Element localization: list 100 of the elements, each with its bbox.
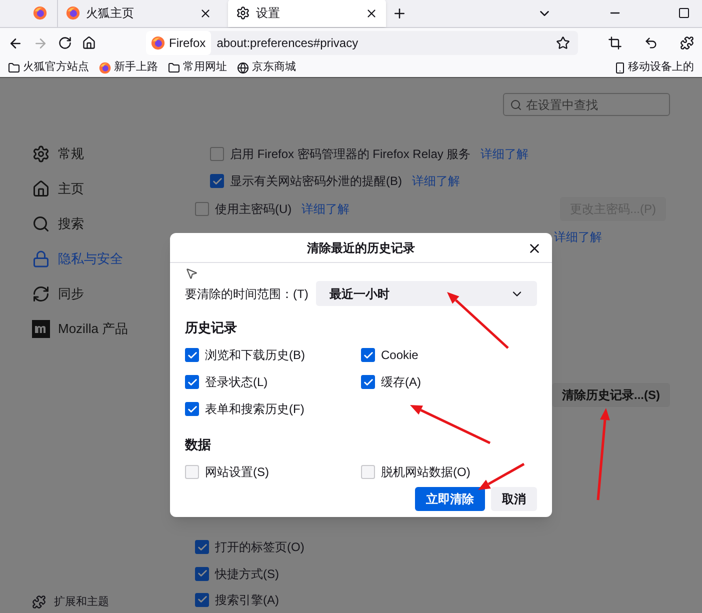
check-icon [186,376,198,388]
checkbox-label: 表单和搜索历史(F) [205,401,304,418]
sync-icon [32,284,50,302]
close-icon[interactable] [199,6,212,20]
time-range-dropdown[interactable]: 最近一小时 [316,281,537,306]
firefox-logo-icon [99,62,111,74]
checkbox-label: 登录状态(L) [205,374,268,391]
search-field[interactable]: 在设置中查找 [503,93,670,116]
search-icon [510,98,522,110]
bookmark-item[interactable]: 京东商城 [237,59,296,76]
checkbox[interactable] [195,566,209,581]
search-icon [32,214,50,232]
globe-icon [237,62,249,74]
section-heading: 历史记录 [185,319,238,337]
check-icon [186,404,198,414]
learn-more-link[interactable]: 详细了解 [554,228,602,246]
checkbox-label: 缓存(A) [381,374,421,391]
bookmark-label: 火狐官方站点 [23,60,89,76]
bookmark-item[interactable]: 常用网址 [168,59,227,76]
home-icon [32,180,50,198]
check-icon [362,376,374,388]
check-icon [362,350,374,360]
sidebar-item[interactable]: 主页 [32,171,195,206]
section-heading: 数据 [185,436,212,454]
setting-label: 启用 Firefox 密码管理器的 Firefox Relay 服务 [230,146,471,163]
setting-label: 使用主密码(U) [215,201,292,218]
address-bar[interactable]: Firefox about:preferences#privacy [146,31,578,55]
home-icon[interactable] [82,36,96,50]
setting-label: 搜索引擎(A) [215,592,279,609]
extensions-icon[interactable] [680,36,694,50]
clear-now-button[interactable]: 立即清除 [415,487,485,511]
checkbox[interactable] [195,540,209,554]
browser-tab[interactable]: 设置 [228,0,386,27]
sidebar-item[interactable]: 搜索 [32,206,195,241]
crop-icon[interactable] [608,36,622,50]
sidebar-item[interactable]: 隐私与安全 [32,241,195,276]
sidebar-item[interactable]: 扩展和主题 [32,594,195,610]
checkbox[interactable] [185,348,199,362]
bookmark-item[interactable]: 新手上路 [99,59,158,76]
learn-more-link[interactable]: 详细了解 [480,144,529,163]
clear-history-button[interactable]: 清除历史记录...(S) [552,382,670,407]
checkbox[interactable] [195,592,209,607]
cursor-icon [185,267,198,280]
checkbox[interactable] [210,174,224,188]
folder-icon [8,62,20,74]
setting-label: 显示有关网站密码外泄的提醒(B) [230,173,402,190]
setting-label: 打开的标签页(O) [215,539,304,556]
checkbox-label: 脱机网站数据(O) [381,464,470,480]
firefox-logo-icon [151,36,165,50]
learn-more-link[interactable]: 详细了解 [412,172,460,190]
back-icon[interactable] [8,36,23,50]
setting-label: 快捷方式(S) [215,566,279,583]
mobile-bookmarks[interactable]: 移动设备上的 [614,59,694,76]
firefox-logo-icon [32,6,46,20]
checkbox[interactable] [361,375,375,389]
new-tab-icon[interactable] [392,6,407,20]
identity-label: Firefox [169,35,206,52]
checkbox[interactable] [185,375,199,389]
bookmark-label: 常用网址 [183,60,227,76]
identity-box[interactable]: Firefox [146,31,211,55]
bookmark-label: 京东商城 [252,60,296,76]
settings-icon [32,144,50,162]
range-label: 要清除的时间范围：(T) [185,286,308,302]
url-text: about:preferences#privacy [216,35,360,52]
firefox-logo-icon [66,6,80,20]
bookmark-label: 移动设备上的 [628,60,694,76]
tab-title: 设置 [256,5,281,22]
checkbox[interactable] [185,402,199,416]
checkbox[interactable] [210,146,224,161]
check-icon [196,542,208,553]
dialog-title: 清除最近的历史记录 [307,240,415,256]
checkbox[interactable] [195,202,209,216]
star-icon[interactable] [556,36,570,50]
tab-title: 火狐主页 [86,5,135,22]
maximize-icon[interactable] [678,7,690,19]
check-icon [196,594,208,606]
undo-icon[interactable] [644,36,658,50]
check-icon [212,176,222,187]
check-icon [196,568,208,580]
check-icon [186,350,198,360]
search-placeholder: 在设置中查找 [526,96,598,114]
learn-more-link[interactable]: 详细了解 [302,200,350,218]
extensions-icon [32,594,46,609]
close-icon[interactable] [527,241,542,256]
bookmark-item[interactable]: 火狐官方站点 [8,59,89,76]
reload-icon[interactable] [58,36,72,50]
checkbox[interactable] [361,348,375,362]
browser-tab[interactable]: 火狐主页 [58,0,220,27]
mozilla-logo-icon [32,320,50,338]
cancel-button[interactable]: 取消 [491,487,537,511]
checkbox-label: 浏览和下载历史(B) [205,347,305,364]
lock-icon [32,250,50,268]
annotation-arrow [447,292,509,349]
bookmark-label: 新手上路 [114,60,158,76]
settings-icon [236,6,250,20]
sidebar-item[interactable]: 常规 [32,136,195,171]
checkbox-label: Cookie [381,347,418,364]
folder-icon [168,62,180,74]
annotation-arrow [478,462,525,490]
close-icon[interactable] [365,6,378,20]
